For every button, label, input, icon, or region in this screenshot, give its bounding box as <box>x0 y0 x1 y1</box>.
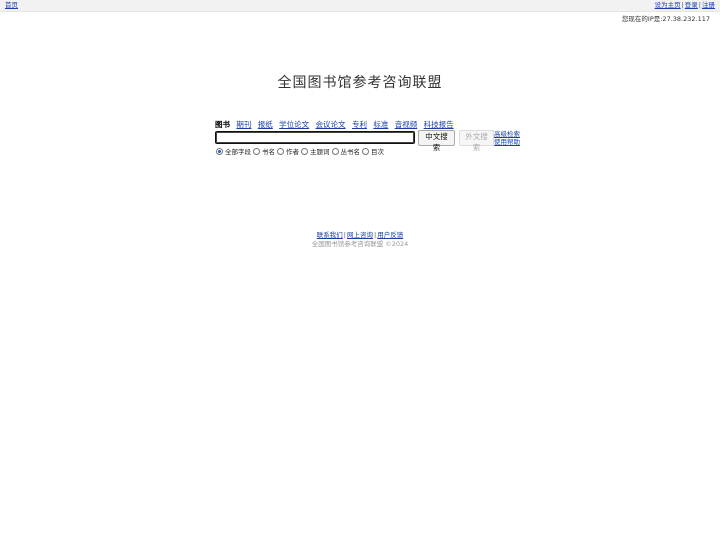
register-link[interactable]: 注册 <box>702 1 715 9</box>
option-toc[interactable]: 目次 <box>362 146 384 156</box>
option-label: 丛书名 <box>340 148 361 156</box>
search-category-tabs: 图书 期刊 报纸 学位论文 会议论文 专利 标准 音视频 科技报告 <box>215 119 458 130</box>
chinese-search-button[interactable]: 中文搜索 <box>418 130 455 152</box>
option-author[interactable]: 作者 <box>277 146 299 156</box>
search-side-links: 高级检索 使用帮助 <box>494 130 520 146</box>
foreign-search-button[interactable]: 外文搜索 <box>459 130 494 152</box>
radio-icon[interactable] <box>362 147 369 155</box>
set-home-link[interactable]: 设为主页 <box>655 1 681 9</box>
radio-icon[interactable] <box>253 147 260 155</box>
option-label: 书名 <box>262 148 275 156</box>
tab-newspapers[interactable]: 报纸 <box>258 120 273 129</box>
login-link[interactable]: 登录 <box>685 1 698 9</box>
option-label: 作者 <box>286 148 299 156</box>
radio-icon[interactable] <box>277 147 284 155</box>
option-label: 主题词 <box>310 148 330 156</box>
ip-address-text: 您现在的IP是:27.38.232.117 <box>621 15 710 23</box>
site-logo-title: 全国图书馆参考咨询联盟 <box>277 75 443 91</box>
tab-tech-reports[interactable]: 科技报告 <box>424 120 454 129</box>
option-label: 全部字段 <box>225 148 251 156</box>
advanced-search-link[interactable]: 高级检索 <box>494 130 520 138</box>
tab-conference-papers[interactable]: 会议论文 <box>316 120 346 129</box>
option-series[interactable]: 丛书名 <box>331 146 361 156</box>
home-link[interactable]: 首页 <box>5 1 18 9</box>
radio-icon[interactable] <box>301 147 308 155</box>
option-subject[interactable]: 主题词 <box>301 146 330 156</box>
help-link[interactable]: 使用帮助 <box>494 138 520 146</box>
option-label: 目次 <box>371 148 384 156</box>
tab-books[interactable]: 图书 <box>215 120 230 129</box>
separator: | <box>681 1 684 9</box>
top-bar-right: 设为主页|登录|注册 <box>655 0 715 11</box>
tab-theses[interactable]: 学位论文 <box>279 120 309 129</box>
copyright-text: 全国图书馆参考咨询联盟 ©2024 <box>311 240 409 248</box>
radio-icon[interactable] <box>216 147 223 155</box>
search-field-options: 全部字段 书名 作者 主题词 丛书名 目次 <box>216 146 386 156</box>
radio-icon[interactable] <box>331 147 339 155</box>
tab-audio-video[interactable]: 音视频 <box>395 120 418 129</box>
option-all-fields[interactable]: 全部字段 <box>216 146 251 156</box>
search-input[interactable] <box>215 131 415 144</box>
top-bar-left: 首页 <box>5 0 18 11</box>
top-bar: 首页 设为主页|登录|注册 <box>0 0 720 12</box>
tab-patents[interactable]: 专利 <box>352 120 367 129</box>
separator: | <box>698 1 701 9</box>
tab-standards[interactable]: 标准 <box>373 120 388 129</box>
option-title[interactable]: 书名 <box>253 146 275 156</box>
tab-journals[interactable]: 期刊 <box>236 120 251 129</box>
